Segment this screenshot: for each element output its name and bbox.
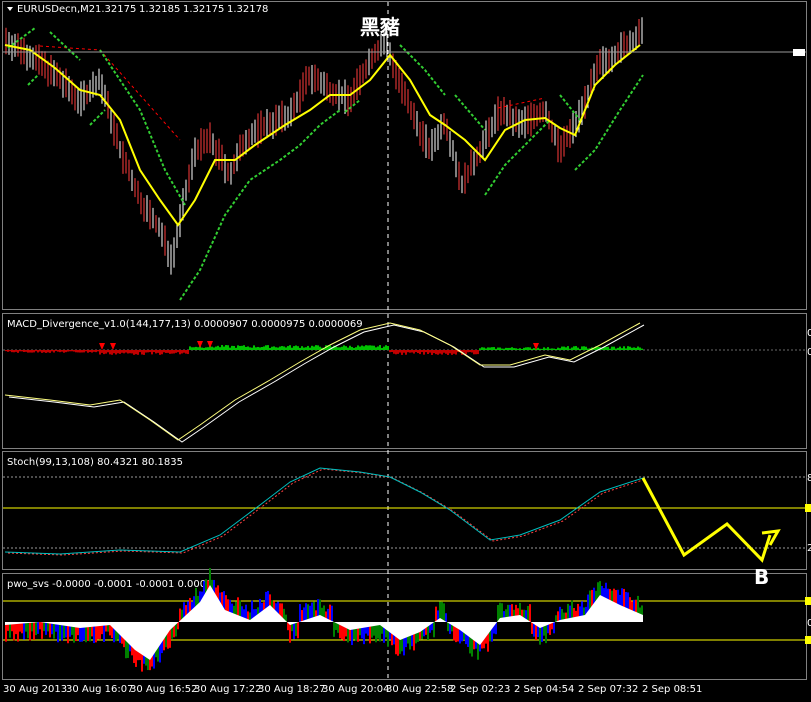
stoch-axis-label: 2 [807,543,811,554]
price-close: 1.32178 [227,4,268,15]
macd-pane-frame [2,313,807,449]
envelope-segment [49,31,81,61]
envelope-segment [559,94,581,121]
macd-axis-label: 0 [807,347,811,358]
price-symbol: EURUSDecn,M2 [17,4,95,15]
price-high: 1.32185 [139,4,180,15]
time-axis: 30 Aug 2013 30 Aug 16:07 30 Aug 16:52 30… [3,684,702,695]
time-label: 30 Aug 20:04 [322,684,389,695]
macd-main-line [4,322,641,441]
time-label: 2 Sep 07:32 [578,684,638,695]
time-label: 2 Sep 08:51 [642,684,702,695]
price-candles [5,17,643,275]
watermark-text: 黑豬 [360,15,400,39]
stoch-level-marker [805,504,811,512]
time-label: 30 Aug 2013 [3,684,67,695]
stoch-title: Stoch(99,13,108) 80.4321 80.1835 [7,457,183,468]
price-trend-line [497,97,546,109]
moving-average-line [4,44,641,227]
stoch-main-line [4,467,644,555]
time-label: 30 Aug 17:22 [194,684,261,695]
triangle-down-icon[interactable] [7,7,13,11]
time-label: 30 Aug 22:58 [386,684,453,695]
pwo-title: pwo_svs -0.0000 -0.0001 -0.0001 0.0001 [7,579,212,590]
price-trend-line [39,45,181,141]
envelope-segment [27,74,39,86]
envelope-segment [99,49,186,206]
time-label: 2 Sep 02:23 [450,684,510,695]
pwo-wave [5,585,643,660]
stoch-signal-line [7,468,647,556]
time-label: 30 Aug 18:27 [258,684,325,695]
envelope-lines [7,27,644,301]
price-open: 1.32175 [95,4,136,15]
pwo-axis-label: 0 [807,618,811,629]
pwo-level-marker [805,636,811,644]
time-label: 2 Sep 04:54 [514,684,574,695]
stoch-annotation: B [754,565,769,589]
envelope-segment [454,94,486,131]
envelope-segment [89,109,106,126]
macd-title: MACD_Divergence_v1.0(144,177,13) 0.00009… [7,319,363,330]
chart-area[interactable]: EURUSDecn,M2 1.32175 1.32185 1.32175 1.3… [0,0,811,702]
time-label: 30 Aug 16:52 [130,684,197,695]
forecast-arrow [641,477,772,563]
price-low: 1.32175 [183,4,224,15]
price-marker [793,49,805,56]
stoch-axis-label: 8 [807,473,811,484]
macd-axis-label: 0 [807,328,811,339]
time-label: 30 Aug 16:07 [66,684,133,695]
envelope-segment [344,99,361,113]
pwo-level-marker [805,597,811,605]
macd-signal-line [8,324,645,443]
